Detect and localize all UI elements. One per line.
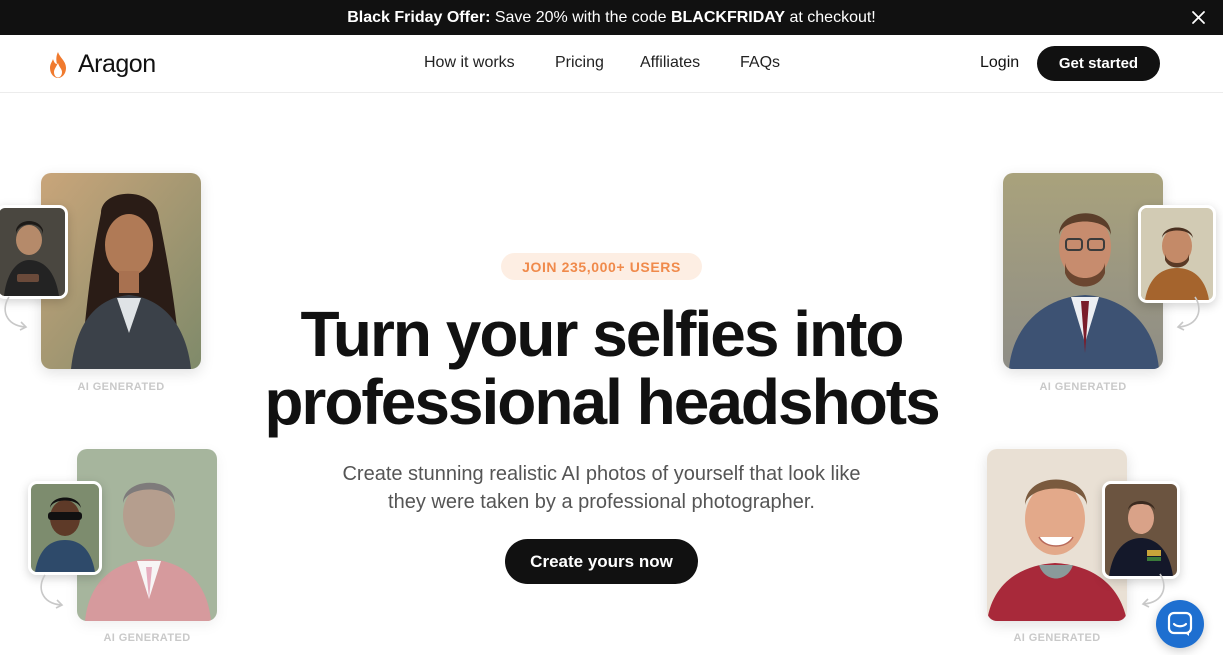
- promo-suffix: at checkout!: [785, 8, 876, 26]
- headline-line-2: professional headshots: [264, 366, 940, 438]
- selfie-man-4: [1102, 481, 1180, 579]
- create-yours-button[interactable]: Create yours now: [505, 539, 698, 584]
- selfie-man-1: [0, 205, 68, 299]
- promo-middle: Save 20% with the code: [490, 8, 671, 26]
- promo-prefix: Black Friday Offer:: [347, 8, 491, 26]
- login-link[interactable]: Login: [980, 54, 1019, 72]
- users-badge: JOIN 235,000+ USERS: [501, 253, 702, 280]
- nav-pricing[interactable]: Pricing: [555, 54, 604, 72]
- nav-faqs[interactable]: FAQs: [740, 54, 780, 72]
- close-icon[interactable]: [1190, 9, 1207, 26]
- promo-code: BLACKFRIDAY: [670, 8, 786, 26]
- headline-line-1: Turn your selfies into: [300, 298, 905, 370]
- ai-generated-label: AI GENERATED: [1039, 381, 1127, 393]
- subhead-line-2: they were taken by a professional photog…: [388, 491, 815, 513]
- flame-icon: [50, 51, 66, 78]
- selfie-man-2: [28, 481, 102, 575]
- ai-generated-label: AI GENERATED: [103, 632, 191, 644]
- hero-headline: Turn your selfies into professional head…: [200, 300, 1003, 436]
- logo[interactable]: Aragon: [46, 50, 156, 79]
- ai-generated-label: AI GENERATED: [77, 381, 165, 393]
- chat-icon: [1167, 611, 1193, 636]
- subhead-line-1: Create stunning realistic AI photos of y…: [342, 463, 861, 485]
- chat-launcher-button[interactable]: [1156, 600, 1204, 648]
- site-header: Aragon How it works Pricing Affiliates F…: [0, 35, 1223, 93]
- promo-banner: Black Friday Offer: Save 20% with the co…: [0, 0, 1223, 35]
- curved-arrow-icon: [40, 574, 64, 609]
- nav-how-it-works[interactable]: How it works: [424, 54, 515, 72]
- nav-affiliates[interactable]: Affiliates: [640, 54, 700, 72]
- logo-text: Aragon: [78, 50, 156, 78]
- ai-generated-label: AI GENERATED: [1013, 632, 1101, 644]
- curved-arrow-icon: [1176, 296, 1200, 331]
- selfie-man-3: [1138, 205, 1216, 303]
- curved-arrow-icon: [4, 296, 28, 331]
- curved-arrow-icon: [1141, 573, 1165, 608]
- get-started-button[interactable]: Get started: [1037, 46, 1160, 81]
- hero-subhead: Create stunning realistic AI photos of y…: [290, 460, 913, 516]
